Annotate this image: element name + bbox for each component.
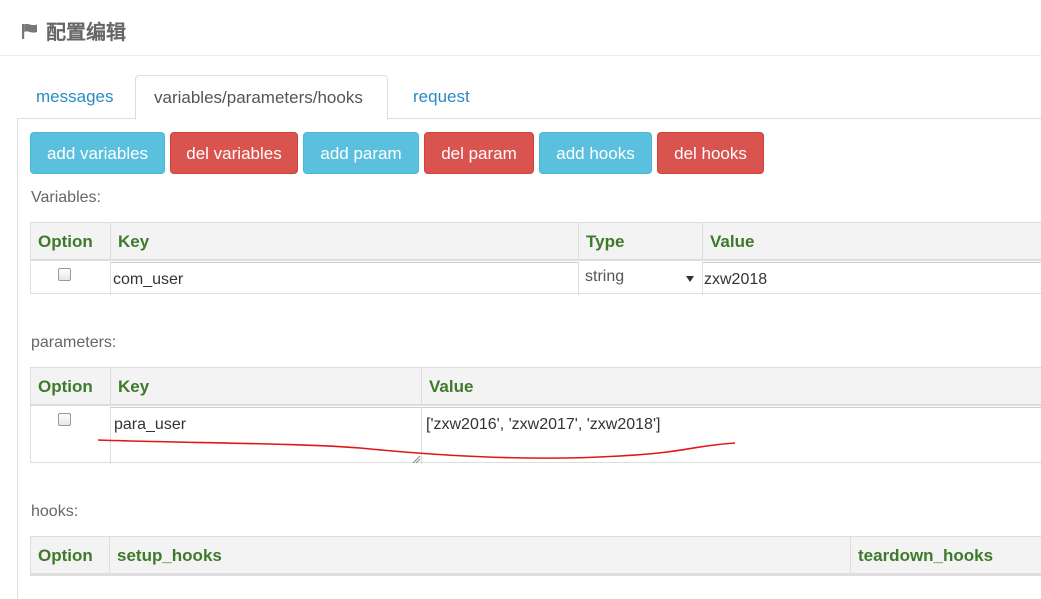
page-title-text: 配置编辑 xyxy=(46,22,126,44)
parameters-key-value: para_user xyxy=(114,416,187,433)
parameters-value-textarea[interactable]: ['zxw2016', 'zxw2017', 'zxw2018'] xyxy=(421,407,1041,464)
variables-row-checkbox[interactable] xyxy=(58,268,71,281)
tab-messages[interactable]: messages xyxy=(18,75,131,119)
hooks-table: Option setup_hooks teardown_hooks xyxy=(30,536,1041,576)
variables-table: Option Key Type Value com_user string zx… xyxy=(30,222,1041,295)
variables-value-text: zxw2018 xyxy=(704,271,768,288)
variables-key-value: com_user xyxy=(113,271,184,288)
variables-col-key: Key xyxy=(110,223,578,261)
parameters-label: parameters: xyxy=(31,334,117,351)
variables-table-header: Option Key Type Value xyxy=(31,223,1041,261)
add-variables-button[interactable]: add variables xyxy=(30,132,165,174)
variables-type-select[interactable]: string xyxy=(578,262,702,295)
page-header: 配置编辑 xyxy=(0,0,1041,56)
parameters-col-value: Value xyxy=(421,368,1041,406)
chevron-down-icon xyxy=(686,276,694,282)
variables-value-input[interactable]: zxw2018 xyxy=(702,262,1041,295)
del-hooks-button[interactable]: del hooks xyxy=(657,132,764,174)
page-title: 配置编辑 xyxy=(20,16,126,45)
flag-icon xyxy=(22,23,37,39)
parameters-table-header: Option Key Value xyxy=(31,368,1041,406)
hooks-col-teardown: teardown_hooks xyxy=(850,537,1041,575)
hooks-label: hooks: xyxy=(31,503,79,520)
parameters-key-textarea[interactable]: para_user xyxy=(110,407,421,464)
hooks-col-option: Option xyxy=(38,546,93,565)
del-param-button[interactable]: del param xyxy=(424,132,534,174)
hooks-table-header: Option setup_hooks teardown_hooks xyxy=(31,537,1041,575)
del-variables-button[interactable]: del variables xyxy=(170,132,298,174)
tab-variables-parameters-hooks[interactable]: variables/parameters/hooks xyxy=(135,75,388,120)
resize-handle-icon[interactable] xyxy=(412,455,421,464)
parameters-col-key: Key xyxy=(110,368,421,406)
tab-bar: messages variables/parameters/hooks requ… xyxy=(18,75,1041,120)
tab-request[interactable]: request xyxy=(395,75,488,119)
variables-col-value: Value xyxy=(702,223,1041,261)
variables-type-value: string xyxy=(585,268,625,285)
hooks-col-setup: setup_hooks xyxy=(109,537,850,575)
parameters-row-checkbox[interactable] xyxy=(58,413,71,426)
variables-col-type: Type xyxy=(578,223,702,261)
parameters-table: Option Key Value para_user ['zxw2016', '… xyxy=(30,367,1041,464)
tab-panel xyxy=(17,118,1041,599)
variables-label: Variables: xyxy=(31,189,101,206)
variables-key-input[interactable]: com_user xyxy=(110,262,578,295)
parameters-value-text: ['zxw2016', 'zxw2017', 'zxw2018'] xyxy=(426,416,661,433)
variables-col-option: Option xyxy=(38,232,93,251)
add-hooks-button[interactable]: add hooks xyxy=(539,132,652,174)
parameters-col-option: Option xyxy=(38,377,93,396)
add-param-button[interactable]: add param xyxy=(303,132,419,174)
